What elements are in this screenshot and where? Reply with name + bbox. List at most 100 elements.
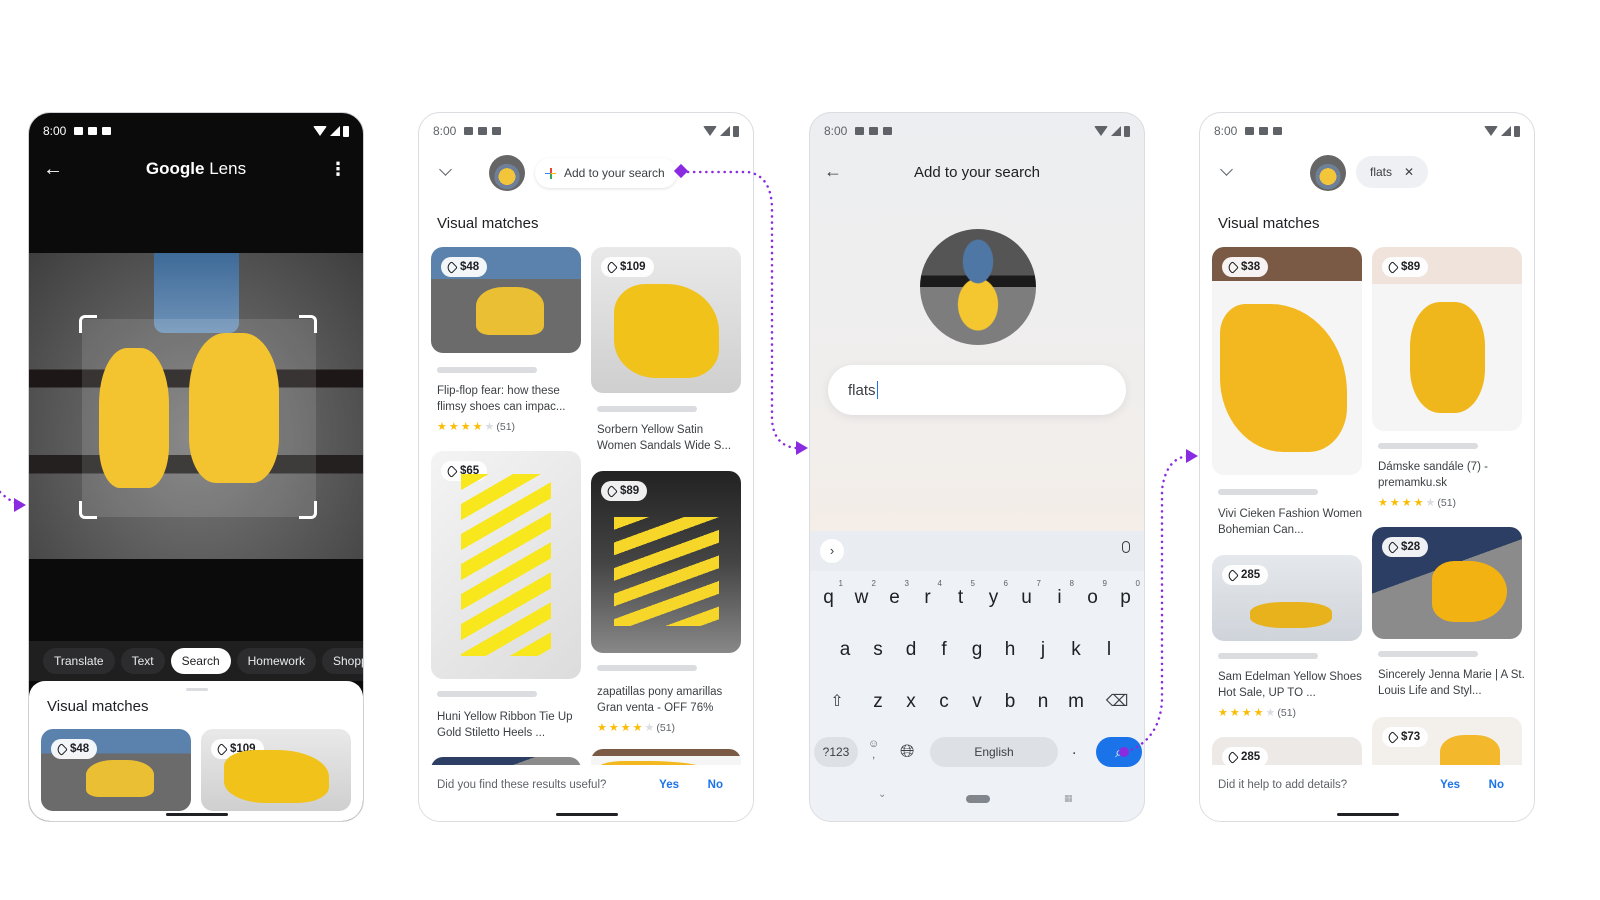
add-to-search-button[interactable]: Add to your search [535,158,677,188]
feedback-no-button[interactable]: No [708,779,723,791]
key-h[interactable]: h [994,639,1027,661]
close-icon[interactable]: ✕ [1404,165,1414,179]
key-j[interactable]: j [1027,639,1060,661]
query-image-thumbnail[interactable] [489,155,525,191]
result-card-image[interactable]: $65 [431,451,581,679]
key-x[interactable]: x [895,691,928,713]
key-a[interactable]: a [829,639,862,661]
gesture-nav-bar[interactable] [966,795,990,803]
key-wrapper[interactable]: w2 [845,579,878,609]
mode-translate[interactable]: Translate [43,648,115,674]
key-r[interactable]: r [924,587,930,608]
result-title[interactable]: zapatillas pony amarillas Gran venta - O… [597,684,745,716]
search-enter-key[interactable]: ⌕ [1096,737,1142,767]
key-wrapper[interactable]: q1 [812,579,845,609]
key-s[interactable]: s [862,639,895,661]
period-key[interactable]: . [1072,741,1076,759]
feedback-no-button[interactable]: No [1489,779,1504,791]
result-card-image[interactable]: $89 [591,471,741,653]
space-bar[interactable]: English [930,737,1058,767]
key-d[interactable]: d [895,639,928,661]
key-p[interactable]: p [1120,587,1131,608]
back-arrow-icon[interactable]: ← [43,158,63,181]
gesture-nav-bar[interactable] [166,813,228,816]
key-e[interactable]: e [889,587,900,608]
keyboard-switch-icon[interactable]: ▦ [1064,793,1073,804]
key-wrapper[interactable]: t5 [944,579,977,609]
key-f[interactable]: f [928,639,961,661]
key-b[interactable]: b [994,691,1027,713]
key-g[interactable]: g [961,639,994,661]
key-wrapper[interactable]: y6 [977,579,1010,609]
result-card-image[interactable]: $28 [1372,527,1522,639]
key-wrapper[interactable]: u7 [1010,579,1043,609]
more-options-icon[interactable]: ⋮ [329,159,347,180]
crop-handle-bottom-left[interactable] [79,501,97,519]
result-title[interactable]: Huni Yellow Ribbon Tie Up Gold Stiletto … [437,709,585,741]
globe-language-icon[interactable]: 🌐︎ [900,741,914,762]
shift-key[interactable]: ⇧ [821,691,854,713]
key-i[interactable]: i [1057,587,1061,608]
key-wrapper[interactable]: o9 [1076,579,1109,609]
key-o[interactable]: o [1087,587,1098,608]
hide-keyboard-icon[interactable]: ⌄ [878,789,886,800]
result-title[interactable]: Sincerely Jenna Marie | A St. Louis Life… [1378,667,1526,699]
collapse-chevron-icon[interactable] [439,163,452,176]
result-title[interactable]: Dámske sandále (7) - premamku.sk [1378,459,1526,491]
expand-toolbar-icon[interactable]: › [820,539,844,563]
key-n[interactable]: n [1027,691,1060,713]
key-l[interactable]: l [1093,639,1126,661]
result-card-image[interactable]: 285 [1212,555,1362,641]
key-y[interactable]: y [989,587,999,608]
key-q[interactable]: q [823,587,834,608]
key-k[interactable]: k [1060,639,1093,661]
result-card-image[interactable]: $48 [431,247,581,353]
gmail-notification-icon [102,127,112,135]
mode-text[interactable]: Text [120,648,165,674]
result-card[interactable]: $109 [201,729,351,811]
result-title[interactable]: Flip-flop fear: how these flimsy shoes c… [437,383,585,415]
result-card[interactable]: $48 [41,729,191,811]
result-card-image[interactable]: $109 [591,247,741,393]
sheet-drag-handle[interactable] [186,688,208,691]
emoji-comma-key[interactable]: ☺, [868,739,879,761]
gesture-nav-bar[interactable] [556,813,618,816]
result-card-image[interactable]: $89 [1372,247,1522,431]
result-card-image[interactable]: $38 [1212,247,1362,475]
lens-mode-tabs: Translate Text Search Homework Shoppi [29,641,363,681]
gesture-nav-bar[interactable] [1337,813,1399,816]
query-image-thumbnail[interactable] [1310,155,1346,191]
key-wrapper[interactable]: e3 [878,579,911,609]
key-wrapper[interactable]: r4 [911,579,944,609]
result-title[interactable]: Vivi Cieken Fashion Women Bohemian Can..… [1218,506,1366,538]
refine-search-input[interactable]: flats [828,365,1126,415]
key-m[interactable]: m [1060,691,1093,713]
text-cursor [876,381,879,399]
key-wrapper[interactable]: p0 [1109,579,1142,609]
price-badge: $48 [51,739,98,759]
key-c[interactable]: c [928,691,961,713]
key-w[interactable]: w [855,587,869,608]
key-u[interactable]: u [1021,587,1032,608]
query-text-chip[interactable]: flats ✕ [1356,156,1429,188]
battery-icon [733,125,739,137]
backspace-key[interactable]: ⌫ [1101,691,1134,713]
result-title[interactable]: Sam Edelman Yellow Shoes Hot Sale, UP TO… [1218,669,1366,701]
key-wrapper[interactable]: i8 [1043,579,1076,609]
result-title[interactable]: Sorbern Yellow Satin Women Sandals Wide … [597,422,745,454]
microphone-icon[interactable] [1122,541,1130,553]
status-time: 8:00 [43,124,67,138]
key-z[interactable]: z [862,691,895,713]
collapse-chevron-icon[interactable] [1220,163,1233,176]
mode-search[interactable]: Search [170,648,231,674]
feedback-yes-button[interactable]: Yes [659,779,679,791]
symbols-key[interactable]: ?123 [814,737,858,767]
mode-shopping[interactable]: Shoppi [321,648,363,674]
crop-handle-bottom-right[interactable] [299,501,317,519]
mode-homework[interactable]: Homework [236,648,316,674]
key-v[interactable]: v [961,691,994,713]
crop-handle-top-left[interactable] [79,315,97,333]
key-t[interactable]: t [958,587,963,608]
crop-handle-top-right[interactable] [299,315,317,333]
feedback-yes-button[interactable]: Yes [1440,779,1460,791]
